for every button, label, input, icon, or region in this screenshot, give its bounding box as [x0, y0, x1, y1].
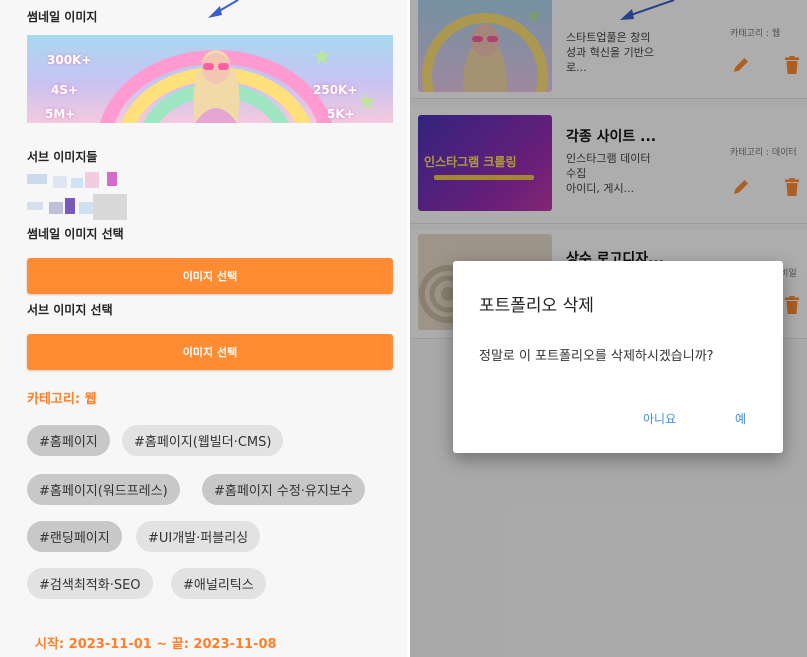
sub-images-gallery [27, 172, 137, 222]
tag-chip[interactable]: #랜딩페이지 [27, 521, 122, 552]
thumbnail-preview[interactable]: 300K+ 4S+ 250K+ 5M+ 5K+ ★ ★ [27, 35, 393, 123]
annotation-arrow [208, 0, 239, 18]
thumbnail-label: 썸네일 이미지 [27, 10, 98, 24]
dialog-no-button[interactable]: 아니요 [643, 410, 676, 427]
category-label: 카테고리: 웹 [27, 392, 97, 407]
star-icon: ★ [312, 45, 332, 70]
select-thumbnail-button[interactable]: 이미지 선택 [27, 258, 393, 294]
tag-chip[interactable]: #UI개발·퍼블리싱 [136, 521, 261, 552]
tag-chip[interactable]: #애널리틱스 [171, 568, 266, 599]
sub-images-label: 서브 이미지들 [27, 150, 98, 164]
tag-chip[interactable]: #홈페이지(웹빌더·CMS) [122, 425, 284, 456]
date-range: 시작: 2023-11-01 ~ 끝: 2023-11-08 [35, 637, 277, 652]
tag-chip[interactable]: #검색최적화·SEO [27, 568, 153, 599]
tag-chip[interactable]: #홈페이지 [27, 425, 110, 456]
select-thumbnail-label: 썸네일 이미지 선택 [27, 227, 124, 241]
dialog-yes-button[interactable]: 예 [735, 410, 746, 427]
thumbnail-stat: 250K+ [313, 83, 358, 97]
tag-chip[interactable]: #홈페이지(워드프레스) [27, 474, 180, 505]
thumbnail-stat: 5M+ [45, 107, 76, 121]
thumbnail-stat: 4S+ [51, 83, 79, 97]
portfolio-edit-panel: 썸네일 이미지 300K+ 4S+ 250K+ 5M+ 5K+ ★ ★ 서브 이… [0, 0, 407, 657]
dialog-message: 정말로 이 포트폴리오를 삭제하시겠습니까? [479, 349, 714, 364]
select-sub-images-label: 서브 이미지 선택 [27, 303, 113, 317]
thumbnail-stat: 300K+ [47, 53, 92, 67]
delete-confirm-dialog: 포트폴리오 삭제 정말로 이 포트폴리오를 삭제하시겠습니까? 아니요 예 [453, 261, 783, 453]
person-image [193, 50, 240, 123]
tag-chip[interactable]: #홈페이지 수정·유지보수 [202, 474, 365, 505]
thumbnail-stat: 5K+ [327, 107, 355, 121]
select-sub-images-button[interactable]: 이미지 선택 [27, 334, 393, 370]
dialog-title: 포트폴리오 삭제 [479, 296, 594, 316]
portfolio-list-panel: ★ 스타트업풀은 창의 성과 혁신을 기반으 로... 카테고리 : 웹 인스타… [410, 0, 807, 657]
star-icon: ★ [357, 90, 377, 115]
